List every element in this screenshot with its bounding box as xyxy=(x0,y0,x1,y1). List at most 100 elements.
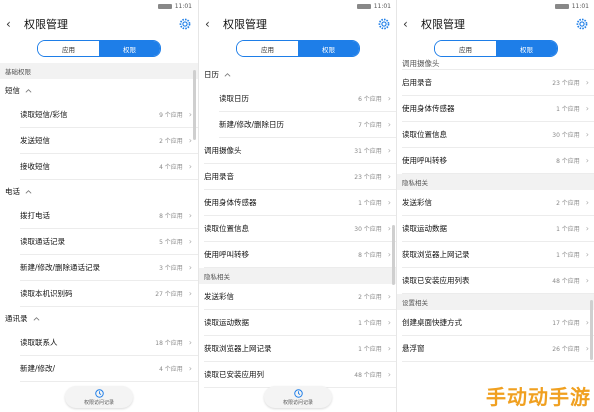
item-label: 使用呼叫转移 xyxy=(402,156,447,165)
list-item[interactable]: 读取短信/彩信 9 个应用 › xyxy=(20,102,198,128)
gear-icon[interactable] xyxy=(178,17,192,31)
list-item[interactable]: 发送短信 2 个应用 › xyxy=(20,128,198,154)
list-item[interactable]: 悬浮窗 26 个应用 › xyxy=(402,336,594,362)
tab-permissions[interactable]: 权限 xyxy=(298,41,359,56)
list-item[interactable]: 使用身体传感器 1 个应用 › xyxy=(204,190,397,216)
item-count: 6 个应用 xyxy=(358,96,382,103)
item-label: 读取通话记录 xyxy=(20,237,65,246)
group-header-calendar[interactable]: 日历 xyxy=(199,63,397,86)
item-label: 读取已安装应用列 xyxy=(204,370,264,379)
chevron-right-icon: › xyxy=(387,146,391,155)
group-header-phone[interactable]: 电话 xyxy=(0,180,198,203)
item-count: 1 个应用 xyxy=(358,320,382,327)
item-count: 1 个应用 xyxy=(556,106,580,113)
chevron-right-icon: › xyxy=(585,78,589,87)
scrollbar[interactable] xyxy=(590,300,593,360)
group-label: 电话 xyxy=(5,187,20,196)
group-header-contacts[interactable]: 通讯录 xyxy=(0,307,198,330)
tab-permissions[interactable]: 权限 xyxy=(496,41,557,56)
group-label: 日历 xyxy=(204,70,219,79)
chevron-right-icon: › xyxy=(585,250,589,259)
chevron-up-icon xyxy=(25,189,32,194)
list-item[interactable]: 读取已安装应用列表 48 个应用 › xyxy=(402,268,594,294)
clock-icon xyxy=(293,388,303,398)
chevron-right-icon: › xyxy=(585,318,589,327)
list-item[interactable]: 读取运动数据 1 个应用 › xyxy=(402,216,594,242)
list-item[interactable]: 新建/修改/删除日历 7 个应用 › xyxy=(219,112,397,138)
group-header-sms[interactable]: 短信 xyxy=(0,79,198,102)
list-item[interactable]: 调用摄像头 31 个应用 › xyxy=(204,138,397,164)
list-item[interactable]: 读取位置信息 30 个应用 › xyxy=(204,216,397,242)
list-item[interactable]: 获取浏览器上网记录 1 个应用 › xyxy=(204,336,397,362)
chevron-right-icon: › xyxy=(387,370,391,379)
list-item[interactable]: 发送彩信 2 个应用 › xyxy=(204,284,397,310)
back-arrow-icon[interactable]: ‹ xyxy=(403,18,417,30)
item-count: 8 个应用 xyxy=(159,213,183,220)
list-item[interactable]: 读取日历 6 个应用 › xyxy=(219,86,397,112)
list-item[interactable]: 读取联系人 18 个应用 › xyxy=(20,330,198,356)
item-count: 1 个应用 xyxy=(358,346,382,353)
item-label: 读取位置信息 xyxy=(402,130,447,139)
list-item[interactable]: 调用摄像头 xyxy=(402,57,594,70)
item-count: 1 个应用 xyxy=(556,252,580,259)
list-item[interactable]: 使用身体传感器 1 个应用 › xyxy=(402,96,594,122)
back-arrow-icon[interactable]: ‹ xyxy=(205,18,219,30)
back-arrow-icon[interactable]: ‹ xyxy=(6,18,20,30)
list-item[interactable]: 启用录音 23 个应用 › xyxy=(204,164,397,190)
list-item[interactable]: 使用呼叫转移 8 个应用 › xyxy=(204,242,397,268)
scrollbar[interactable] xyxy=(392,225,395,285)
item-count: 27 个应用 xyxy=(155,291,183,298)
access-record-button[interactable]: 权限访问记录 xyxy=(65,386,133,408)
list-item[interactable]: 读取位置信息 30 个应用 › xyxy=(402,122,594,148)
list-item[interactable]: 拨打电话 8 个应用 › xyxy=(20,203,198,229)
list-item[interactable]: 发送彩信 2 个应用 › xyxy=(402,190,594,216)
item-count: 7 个应用 xyxy=(358,122,382,129)
item-count: 8 个应用 xyxy=(358,252,382,259)
list-item[interactable]: 创建桌面快捷方式 17 个应用 › xyxy=(402,310,594,336)
list-item[interactable]: 新建/修改/删除通话记录 3 个应用 › xyxy=(20,255,198,281)
list-item[interactable]: 启用录音 23 个应用 › xyxy=(402,70,594,96)
gear-icon[interactable] xyxy=(575,17,589,31)
list-item[interactable]: 接收短信 4 个应用 › xyxy=(20,154,198,180)
item-label: 获取浏览器上网记录 xyxy=(204,344,272,353)
fab-label: 权限访问记录 xyxy=(83,399,114,406)
chevron-up-icon xyxy=(25,88,32,93)
item-label: 读取日历 xyxy=(219,94,249,103)
tab-apps[interactable]: 应用 xyxy=(435,41,496,56)
list-item[interactable]: 读取已安装应用列 48 个应用 › xyxy=(204,362,397,388)
item-label: 读取短信/彩信 xyxy=(20,110,68,119)
list-item[interactable]: 读取通话记录 5 个应用 › xyxy=(20,229,198,255)
signal-icon xyxy=(554,3,569,9)
page-title: 权限管理 xyxy=(24,18,68,31)
permission-list: 调用摄像头 启用录音 23 个应用 › 使用身体传感器 1 个应用 › 读取位置… xyxy=(397,57,594,412)
screen-1: 11:01 ‹ 权限管理 应用 权限 基础权限 短信 读取短信/彩信 9 个应用… xyxy=(0,0,198,412)
item-count: 30 个应用 xyxy=(354,226,382,233)
tab-apps[interactable]: 应用 xyxy=(38,41,99,56)
tab-apps[interactable]: 应用 xyxy=(237,41,298,56)
item-label: 拨打电话 xyxy=(20,211,50,220)
list-item[interactable]: 获取浏览器上网记录 1 个应用 › xyxy=(402,242,594,268)
item-label: 使用呼叫转移 xyxy=(204,250,249,259)
gear-icon[interactable] xyxy=(377,17,391,31)
item-label: 发送短信 xyxy=(20,136,50,145)
chevron-up-icon xyxy=(33,316,39,321)
list-item[interactable]: 使用呼叫转移 8 个应用 › xyxy=(402,148,594,174)
tab-permissions[interactable]: 权限 xyxy=(99,41,160,56)
list-item[interactable]: 读取运动数据 1 个应用 › xyxy=(204,310,397,336)
item-count: 1 个应用 xyxy=(358,200,382,207)
status-bar: 11:01 xyxy=(397,0,594,12)
item-label: 接收短信 xyxy=(20,162,50,171)
fab-label: 权限访问记录 xyxy=(282,399,313,406)
list-item[interactable]: 读取本机识别码 27 个应用 › xyxy=(20,281,198,307)
item-count: 48 个应用 xyxy=(354,372,382,379)
list-item[interactable]: 新建/修改/ 4 个应用 › xyxy=(20,356,198,382)
scrollbar[interactable] xyxy=(193,70,196,140)
item-label: 发送彩信 xyxy=(204,292,234,301)
chevron-right-icon: › xyxy=(585,344,589,353)
permission-list: 基础权限 短信 读取短信/彩信 9 个应用 › 发送短信 2 个应用 › 接收短… xyxy=(0,63,198,412)
watermark-logo: 手动动手游 xyxy=(486,385,591,409)
status-bar: 11:01 xyxy=(199,0,397,12)
chevron-right-icon: › xyxy=(387,172,391,181)
access-record-button[interactable]: 权限访问记录 xyxy=(264,386,332,408)
item-label: 读取已安装应用列表 xyxy=(402,276,470,285)
